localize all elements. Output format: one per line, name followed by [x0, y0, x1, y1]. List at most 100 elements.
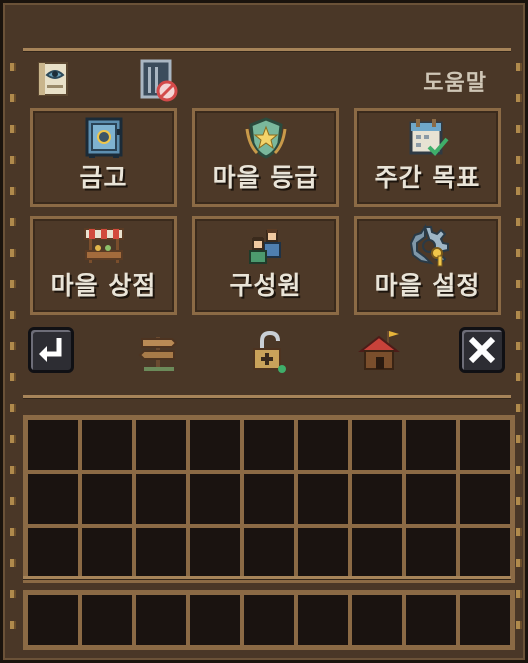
guide-book-icon[interactable] — [33, 59, 73, 99]
rivet-decoration — [10, 373, 16, 381]
rivet-decoration — [516, 125, 522, 133]
inventory-slot[interactable] — [26, 418, 80, 472]
inventory-slot[interactable] — [404, 526, 458, 580]
inventory-slot[interactable] — [134, 418, 188, 472]
inventory-slot[interactable] — [80, 593, 134, 647]
rivet-decoration — [516, 559, 522, 567]
inventory-slot[interactable] — [458, 418, 512, 472]
vault-label: 금고 — [79, 163, 128, 192]
village-shop-label: 마을 상점 — [50, 271, 157, 300]
rivet-decoration — [516, 63, 522, 71]
inventory-slot[interactable] — [188, 418, 242, 472]
inventory-slot[interactable] — [350, 593, 404, 647]
inventory-slot[interactable] — [80, 526, 134, 580]
rivet-decoration — [516, 311, 522, 319]
mid-divider — [23, 395, 511, 398]
inventory-slot[interactable] — [80, 418, 134, 472]
rivet-decoration — [10, 528, 16, 536]
rivet-decoration — [10, 497, 16, 505]
rivet-decoration — [10, 125, 16, 133]
rivet-decoration — [516, 497, 522, 505]
rivet-decoration — [516, 187, 522, 195]
rivet-decoration — [10, 342, 16, 350]
rivet-decoration — [10, 218, 16, 226]
inventory-slot[interactable] — [296, 472, 350, 526]
padlock-icon[interactable] — [250, 329, 290, 375]
inventory-slot[interactable] — [188, 526, 242, 580]
inventory-slot[interactable] — [350, 418, 404, 472]
rivet-decoration — [10, 590, 16, 598]
calendar-check-icon — [405, 115, 451, 161]
rivet-decoration — [10, 187, 16, 195]
house-flag-icon[interactable] — [357, 329, 403, 375]
rivet-decoration — [10, 559, 16, 567]
inventory-slot[interactable] — [26, 593, 80, 647]
no-entry-door-icon[interactable] — [139, 59, 179, 103]
shield-badge-icon — [243, 115, 289, 161]
inventory-slot[interactable] — [350, 526, 404, 580]
inventory-slot[interactable] — [296, 418, 350, 472]
village-shop-button[interactable]: 마을 상점 — [30, 216, 177, 315]
rivet-decoration — [516, 590, 522, 598]
village-settings-label: 마을 설정 — [374, 271, 481, 300]
inventory-slot[interactable] — [80, 472, 134, 526]
inventory-slot[interactable] — [404, 593, 458, 647]
help-button[interactable]: 도움말 — [423, 65, 487, 97]
signpost-icon[interactable] — [136, 329, 182, 375]
rivet-decoration — [10, 94, 16, 102]
members-label: 구성원 — [229, 271, 302, 300]
rivet-decoration — [10, 435, 16, 443]
top-divider — [23, 48, 511, 51]
rivet-decoration — [516, 528, 522, 536]
members-icon — [243, 223, 289, 269]
inventory-slot[interactable] — [350, 472, 404, 526]
rivet-decoration — [10, 311, 16, 319]
inventory-slot[interactable] — [188, 472, 242, 526]
weekly-goal-button[interactable]: 주간 목표 — [354, 108, 501, 207]
rivet-decoration — [516, 373, 522, 381]
inventory-slot[interactable] — [296, 526, 350, 580]
inventory-slot[interactable] — [26, 526, 80, 580]
inventory-slot[interactable] — [26, 472, 80, 526]
rivet-decoration — [10, 404, 16, 412]
back-button[interactable] — [28, 327, 74, 373]
inventory-slot[interactable] — [134, 472, 188, 526]
inventory-slot[interactable] — [134, 526, 188, 580]
rivet-decoration — [10, 156, 16, 164]
safe-icon — [81, 115, 127, 161]
rivet-decoration — [516, 342, 522, 350]
inventory-slot[interactable] — [404, 418, 458, 472]
shop-stall-icon — [81, 223, 127, 269]
rivet-decoration — [516, 404, 522, 412]
inventory-slot[interactable] — [458, 472, 512, 526]
hotbar-grid — [23, 590, 515, 650]
rivet-decoration — [516, 280, 522, 288]
village-grade-button[interactable]: 마을 등급 — [192, 108, 339, 207]
close-button[interactable] — [459, 327, 505, 373]
inventory-slot[interactable] — [188, 593, 242, 647]
village-settings-button[interactable]: 마을 설정 — [354, 216, 501, 315]
inventory-slot[interactable] — [458, 526, 512, 580]
vault-button[interactable]: 금고 — [30, 108, 177, 207]
gear-key-icon — [405, 223, 451, 269]
inventory-slot[interactable] — [242, 472, 296, 526]
rivet-decoration — [10, 280, 16, 288]
rivet-decoration — [516, 466, 522, 474]
rivet-decoration — [516, 218, 522, 226]
inventory-grid — [23, 415, 515, 583]
inventory-slot[interactable] — [242, 526, 296, 580]
inventory-slot[interactable] — [134, 593, 188, 647]
rivet-decoration — [10, 621, 16, 629]
rivet-decoration — [516, 249, 522, 257]
rivet-decoration — [516, 435, 522, 443]
inventory-slot[interactable] — [242, 418, 296, 472]
weekly-goal-label: 주간 목표 — [374, 163, 481, 192]
members-button[interactable]: 구성원 — [192, 216, 339, 315]
inventory-slot[interactable] — [458, 593, 512, 647]
inventory-slot[interactable] — [404, 472, 458, 526]
inventory-slot[interactable] — [296, 593, 350, 647]
rivet-decoration — [10, 466, 16, 474]
close-icon — [468, 336, 496, 364]
rivet-decoration — [10, 63, 16, 71]
inventory-slot[interactable] — [242, 593, 296, 647]
